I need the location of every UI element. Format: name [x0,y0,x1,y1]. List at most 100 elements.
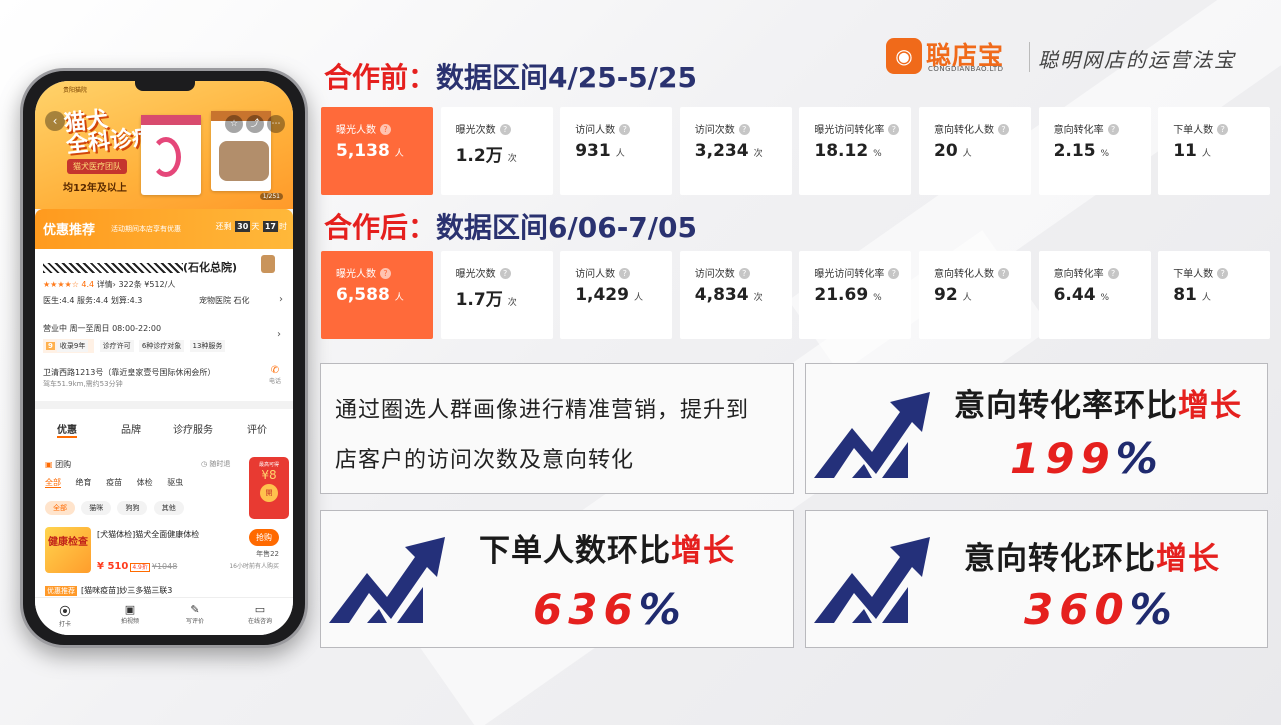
deal-pill[interactable]: 其他 [153,501,184,515]
deal-cat[interactable]: 全部 [45,478,61,488]
promo-countdown: 还剩 30 天 17 时 [216,221,287,232]
phone-icon: ✆ [270,365,280,376]
help-icon[interactable]: ? [888,268,900,279]
stat-card: 下单人数? 11 人 [1158,107,1271,195]
promo-title: 优惠推荐 [43,223,96,238]
price-discount: 4.9折 [130,563,150,572]
deal-cat[interactable]: 驱虫 [167,478,183,487]
deal-cat[interactable]: 体检 [137,478,153,487]
more-icon[interactable]: ⋯ [267,115,285,133]
hero-actions: ☆ ⤴ ⋯ [222,111,285,133]
shop-address[interactable]: 卫清西路1213号（靠近皇家壹号国际休闲会所） [43,367,215,378]
coupon-card[interactable]: 最高可得 ¥8 開 [249,457,289,519]
help-icon[interactable]: ? [1217,268,1229,279]
stat-value: 1.7万次 [456,285,517,310]
deal-item-price: ¥ 510 4.9折 ¥1048 [97,561,177,572]
promo-bar[interactable]: 优惠推荐 活动期间本店享有优惠 还剩 30 天 17 时 [35,209,293,249]
chevron-right-icon[interactable]: › [279,294,283,305]
stat-unit: 次 [507,154,517,164]
help-icon[interactable]: ? [738,124,750,135]
nav-label: 拍视频 [120,618,139,625]
growth-title: 下单人数环比增长 [479,525,735,570]
tab-brand[interactable]: 品牌 [121,421,141,436]
stat-number: 4,834 [694,285,749,305]
help-icon[interactable]: ? [888,124,900,135]
stat-unit: 人 [1201,293,1211,303]
sub-scores-text: 医生:4.4 服务:4.4 划算:4.3 [43,296,143,305]
stat-label-text: 访问次数 [694,125,735,136]
nav-consult[interactable]: ▭ 在线咨询 [235,603,285,625]
stat-number: 1.2万 [455,146,503,166]
help-icon[interactable]: ? [1107,268,1119,279]
stat-label-text: 下单人数 [1173,269,1214,280]
image-counter: 1/251 [259,193,283,200]
price-original: ¥1048 [151,562,178,571]
help-icon[interactable]: ? [738,268,750,279]
stat-value: 2.15% [1054,141,1110,161]
stat-value: 4,834 次 [695,285,763,305]
stat-number: 11 [1173,141,1197,161]
stat-label-text: 意向转化率 [1053,125,1104,136]
stat-label-text: 下单人数 [1173,125,1214,136]
before-stats: 曝光人数? 5,138 人曝光次数? 1.2万次访问人数? 931 人访问次数? 3,234… [321,107,1271,195]
stat-unit: % [873,293,882,303]
favorite-icon[interactable]: ☆ [225,115,243,133]
stat-label-text: 曝光访问转化率 [814,125,885,136]
growth-value: 360% [1024,585,1178,634]
deal-item[interactable]: 优惠推荐 [猫咪疫苗]妙三多猫三联3 [45,585,172,596]
stat-label: 曝光人数? [336,121,391,136]
nav-video[interactable]: ▣ 拍视频 [105,603,155,625]
call-button[interactable]: ✆ 电话 [269,365,281,385]
share-icon[interactable]: ⤴ [246,115,264,133]
stat-label: 曝光次数? [456,265,511,280]
help-icon[interactable]: ? [499,124,511,135]
stat-number: 931 [575,141,611,161]
deal-cat[interactable]: 绝育 [76,478,92,487]
coupon-value: ¥8 [261,468,277,482]
deal-item[interactable]: 健康检查 [犬猫体检]猫犬全面健康体检 ¥ 510 4.9折 ¥1048 抢购 年售… [45,527,285,579]
rating-detail[interactable]: 详情› [97,280,116,289]
help-icon[interactable]: ? [380,268,391,279]
stat-value: 20 人 [934,141,972,161]
stat-number: 81 [1173,285,1197,305]
tab-deals[interactable]: 优惠 [57,421,77,438]
stat-unit: 人 [962,293,972,303]
chevron-right-icon[interactable]: › [277,329,281,340]
stat-card: 曝光人数? 6,588 人 [321,251,433,339]
help-icon[interactable]: ? [1107,124,1119,135]
stat-label: 意向转化率? [1054,265,1119,280]
stat-label: 曝光访问转化率? [814,121,900,136]
help-icon[interactable]: ? [619,124,631,135]
stat-label: 下单人数? [1173,121,1229,136]
help-icon[interactable]: ? [998,268,1009,279]
deal-pill[interactable]: 狗狗 [117,501,148,515]
help-icon[interactable]: ? [1217,124,1229,135]
group-deals: ▣ 团购 ◷ 随时退 全部 绝育 疫苗 体检 驱虫 全部 猫咪 狗狗 其他 最高… [35,447,293,597]
deal-pill[interactable]: 猫咪 [81,501,112,515]
nav-checkin[interactable]: ⦿ 打卡 [40,603,90,628]
help-icon[interactable]: ? [998,124,1009,135]
help-icon[interactable]: ? [499,268,511,279]
logo-slogan: 聪明网店的运营法宝 [1038,48,1236,72]
rating-row[interactable]: ★★★★☆ 4.4 详情› 322条 ¥512/人 [43,279,175,290]
help-icon[interactable]: ? [619,268,631,279]
avg-price: ¥512/人 [144,280,176,289]
nav-review[interactable]: ✎ 写评价 [170,603,220,625]
stat-label-text: 访问次数 [694,269,735,280]
stat-label: 曝光人数? [336,265,391,280]
deal-icon: ▣ [45,460,53,469]
stat-number: 6.44 [1053,285,1096,305]
stat-label: 意向转化人数? [934,265,1009,280]
deal-cat[interactable]: 疫苗 [106,478,122,487]
stat-unit: % [1100,293,1110,303]
tab-services[interactable]: 诊疗服务 [173,421,213,436]
growth-chart-icon [814,537,930,623]
deal-refund-label: 随时退 [209,460,231,468]
deal-pill[interactable]: 全部 [45,501,75,515]
stat-card: 下单人数? 81 人 [1158,251,1271,339]
coupon-open-button[interactable]: 開 [260,484,278,502]
tab-reviews[interactable]: 评价 [247,421,267,436]
stat-label-text: 曝光次数 [455,269,496,280]
help-icon[interactable]: ? [380,124,391,135]
buy-button[interactable]: 抢购 [249,529,279,546]
